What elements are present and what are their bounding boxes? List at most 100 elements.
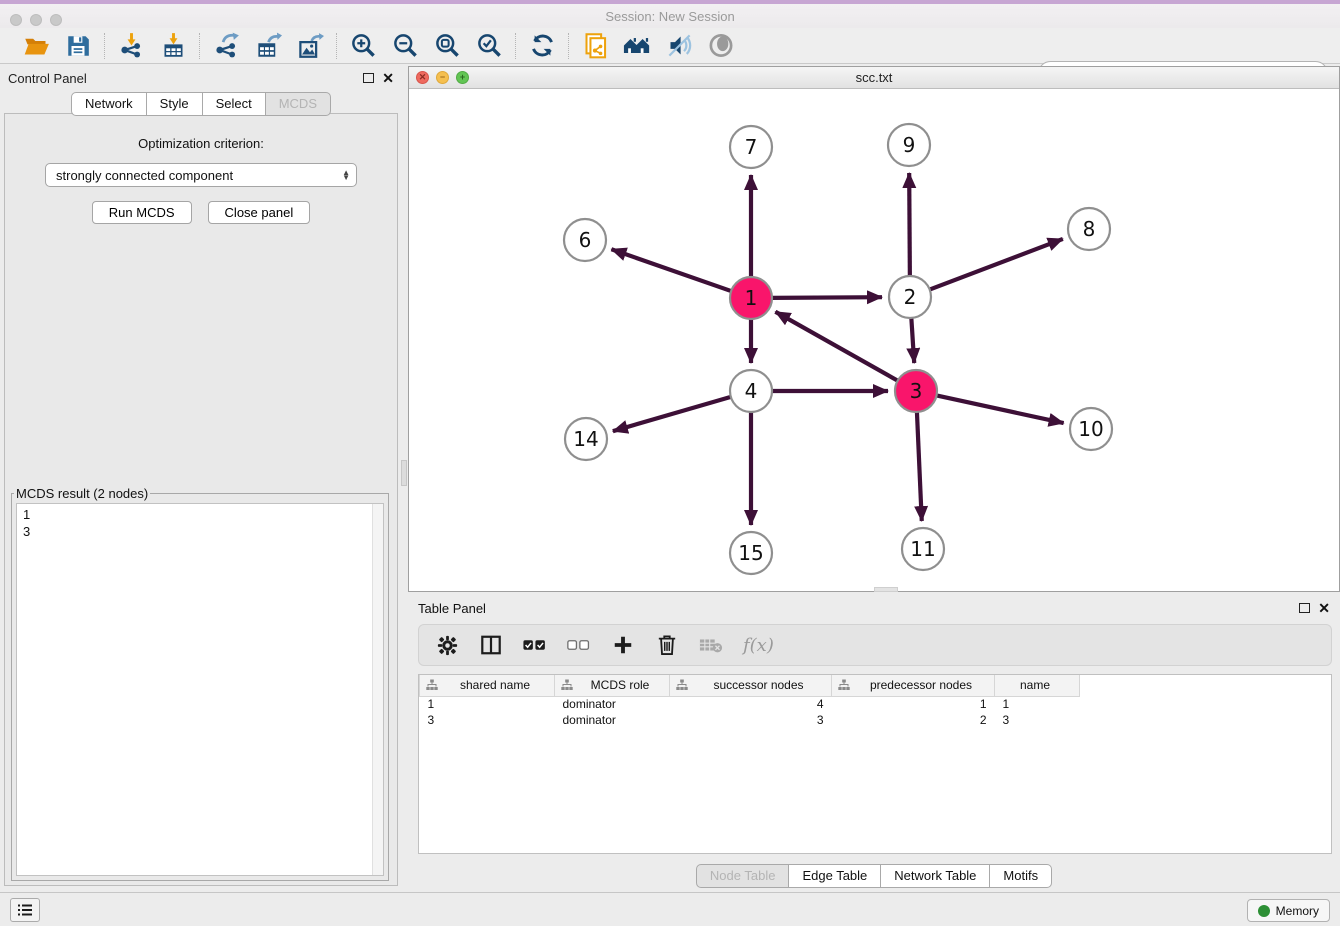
tab-network[interactable]: Network [71, 92, 147, 116]
node-8[interactable]: 8 [1068, 208, 1110, 250]
column-header-shared-name[interactable]: shared name [420, 675, 555, 696]
add-column-icon[interactable] [611, 633, 635, 657]
svg-text:4: 4 [745, 379, 758, 403]
svg-text:9: 9 [903, 133, 916, 157]
node-3[interactable]: 3 [895, 370, 937, 412]
task-history-button[interactable] [10, 898, 40, 922]
node-7[interactable]: 7 [730, 126, 772, 168]
tab-edge-table[interactable]: Edge Table [788, 864, 881, 888]
table-row[interactable]: 1dominator411 [420, 696, 1080, 712]
cell: 1 [832, 696, 995, 712]
zoom-selected-icon[interactable] [475, 32, 503, 60]
zoom-in-icon[interactable] [349, 32, 377, 60]
node-14[interactable]: 14 [565, 418, 607, 460]
cell: 1 [995, 696, 1080, 712]
node-1[interactable]: 1 [730, 277, 772, 319]
node-11[interactable]: 11 [902, 528, 944, 570]
node-9[interactable]: 9 [888, 124, 930, 166]
result-scrollbar[interactable] [372, 504, 383, 875]
cell: 2 [832, 712, 995, 728]
import-table-icon[interactable] [159, 32, 187, 60]
svg-text:7: 7 [745, 135, 758, 159]
edge-3-10[interactable] [937, 395, 1064, 423]
vertical-splitter[interactable] [400, 64, 408, 892]
deselect-all-icon[interactable] [567, 633, 591, 657]
network-close-icon[interactable]: ✕ [416, 71, 429, 84]
node-table-container[interactable]: shared nameMCDS rolesuccessor nodesprede… [418, 674, 1332, 854]
horizontal-splitter-grip[interactable] [874, 587, 898, 592]
criterion-select[interactable]: strongly connected component ▲▼ [45, 163, 357, 187]
run-mcds-button[interactable]: Run MCDS [92, 201, 192, 224]
tab-network-table[interactable]: Network Table [880, 864, 990, 888]
table-panel-title: Table Panel [418, 601, 486, 616]
open-session-icon[interactable] [22, 32, 50, 60]
close-panel-button[interactable]: Close panel [208, 201, 311, 224]
network-window: ✕ − + scc.txt 7 9 6 8 1 2 4 3 14 10 15 11 [408, 66, 1340, 592]
tab-style[interactable]: Style [146, 92, 203, 116]
column-header-successor-nodes[interactable]: successor nodes [670, 675, 832, 696]
close-panel-icon[interactable]: ✕ [382, 73, 394, 83]
clone-network-icon[interactable] [581, 32, 609, 60]
float-table-panel-icon[interactable] [1299, 603, 1310, 613]
svg-text:14: 14 [573, 427, 598, 451]
edge-4-14[interactable] [613, 397, 731, 431]
memory-status-icon [1258, 905, 1270, 917]
show-columns-icon[interactable] [479, 633, 503, 657]
tab-mcds[interactable]: MCDS [265, 92, 331, 116]
tab-select[interactable]: Select [202, 92, 266, 116]
node-10[interactable]: 10 [1070, 408, 1112, 450]
memory-button[interactable]: Memory [1247, 899, 1330, 922]
network-window-titlebar[interactable]: ✕ − + scc.txt [409, 67, 1339, 89]
mcds-result-box: MCDS result (2 nodes) 1 3 [11, 486, 389, 881]
delete-column-icon[interactable] [655, 633, 679, 657]
select-all-icon[interactable] [523, 633, 547, 657]
edge-2-8[interactable] [930, 239, 1063, 290]
network-minimize-icon[interactable]: − [436, 71, 449, 84]
org-chart-icon [426, 679, 438, 691]
edge-3-1[interactable] [775, 312, 897, 381]
node-15[interactable]: 15 [730, 532, 772, 574]
node-6[interactable]: 6 [564, 219, 606, 261]
node-4[interactable]: 4 [730, 370, 772, 412]
table-tabs: Node TableEdge TableNetwork TableMotifs [408, 864, 1340, 888]
tab-node-table[interactable]: Node Table [696, 864, 790, 888]
apply-layout-icon[interactable] [528, 32, 556, 60]
table-row[interactable]: 3dominator323 [420, 712, 1080, 728]
edge-3-11[interactable] [917, 412, 922, 521]
svg-text:15: 15 [738, 541, 763, 565]
delete-table-icon[interactable] [699, 633, 723, 657]
org-chart-icon [838, 679, 850, 691]
table-panel: Table Panel ✕ f(x) shared nameMCDS rol [408, 596, 1340, 892]
birds-eye-icon[interactable] [707, 32, 735, 60]
cell: dominator [555, 696, 670, 712]
node-2[interactable]: 2 [889, 276, 931, 318]
tab-motifs[interactable]: Motifs [989, 864, 1052, 888]
export-network-icon[interactable] [212, 32, 240, 60]
export-image-icon[interactable] [296, 32, 324, 60]
export-table-icon[interactable] [254, 32, 282, 60]
column-header-name[interactable]: name [995, 675, 1080, 696]
network-canvas[interactable]: 7 9 6 8 1 2 4 3 14 10 15 11 [409, 89, 1339, 591]
close-table-panel-icon[interactable]: ✕ [1318, 603, 1330, 613]
mcds-panel: Optimization criterion: strongly connect… [4, 113, 398, 886]
mcds-result-area[interactable]: 1 3 [16, 503, 384, 876]
list-icon [17, 903, 33, 917]
network-maximize-icon[interactable]: + [456, 71, 469, 84]
float-panel-icon[interactable] [363, 73, 374, 83]
graphics-details-icon[interactable] [665, 32, 693, 60]
save-session-icon[interactable] [64, 32, 92, 60]
table-options-icon[interactable] [435, 633, 459, 657]
edge-2-3[interactable] [911, 318, 914, 363]
function-builder-icon[interactable]: f(x) [743, 635, 774, 656]
cell: dominator [555, 712, 670, 728]
home-icon[interactable] [623, 32, 651, 60]
import-network-icon[interactable] [117, 32, 145, 60]
edge-1-6[interactable] [611, 249, 731, 291]
edge-2-9[interactable] [909, 173, 910, 276]
edge-1-2[interactable] [772, 297, 882, 298]
column-header-MCDS-role[interactable]: MCDS role [555, 675, 670, 696]
zoom-out-icon[interactable] [391, 32, 419, 60]
zoom-fit-icon[interactable] [433, 32, 461, 60]
window-controls[interactable] [10, 14, 62, 26]
column-header-predecessor-nodes[interactable]: predecessor nodes [832, 675, 995, 696]
